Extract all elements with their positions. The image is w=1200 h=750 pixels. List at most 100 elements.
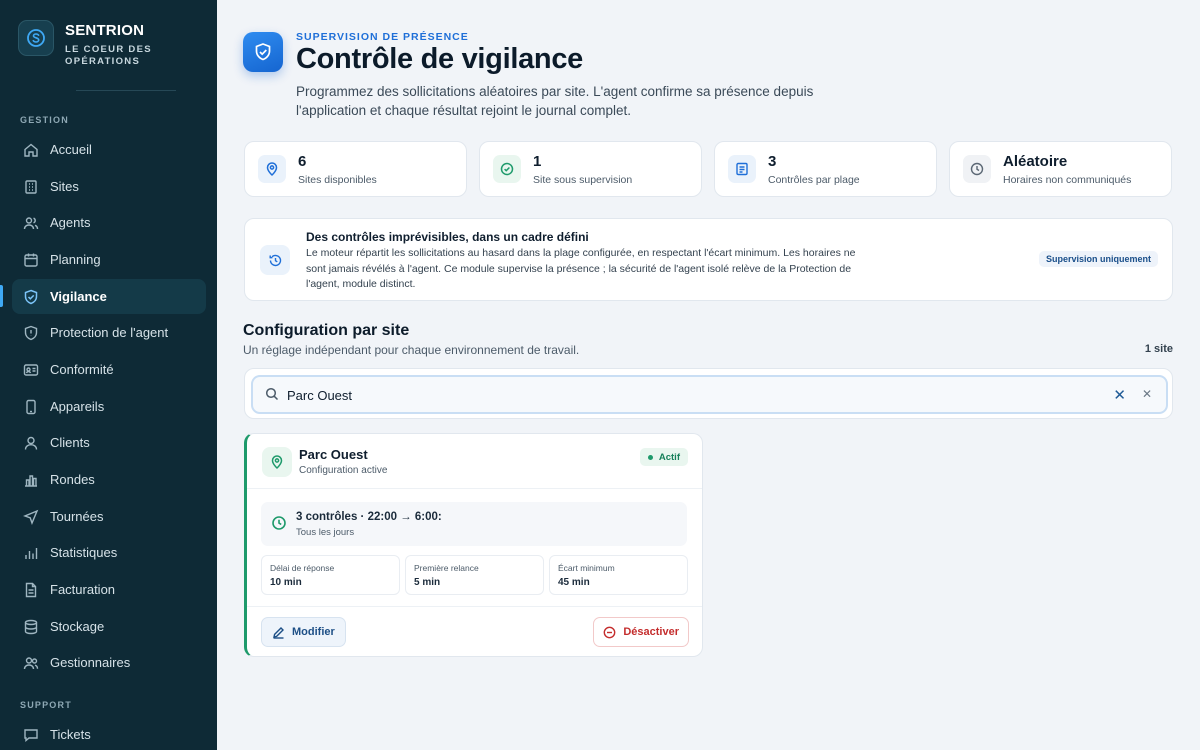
sidebar-item-rondes[interactable]: Rondes: [12, 462, 206, 497]
sidebar-item-label: Statistiques: [50, 545, 118, 560]
users-icon: [22, 214, 40, 232]
sidebar-item-protection[interactable]: Protection de l'agent: [12, 315, 206, 350]
stat-value: Aléatoire: [1003, 152, 1068, 170]
info-card: Des contrôles imprévisibles, dans un cad…: [244, 218, 1173, 301]
sidebar-item-label: Vigilance: [50, 289, 107, 304]
brand-name: SENTRION: [65, 22, 145, 39]
id-card-icon: [22, 361, 40, 379]
brand-tagline-line2: OPÉRATIONS: [65, 56, 141, 67]
stat-label: Contrôles par plage: [768, 173, 860, 186]
stats-icon: [22, 544, 40, 562]
stat-card-supervised: 1 Site sous supervision: [479, 141, 702, 197]
param-label: Écart minimum: [558, 563, 615, 573]
shield-icon: [22, 324, 40, 342]
sidebar-item-tournees[interactable]: Tournées: [12, 499, 206, 534]
card-divider: [247, 606, 702, 607]
sidebar-item-planning[interactable]: Planning: [12, 242, 206, 277]
param-value: 45 min: [558, 577, 590, 588]
clear-search-icon[interactable]: ✕: [1113, 386, 1126, 404]
map-pin-icon: [258, 155, 286, 183]
sidebar-item-sites[interactable]: Sites: [12, 169, 206, 204]
modify-button-label: Modifier: [292, 626, 335, 638]
brand-logo-icon: [18, 20, 54, 56]
sidebar-item-label: Rondes: [50, 472, 95, 487]
param-label: Délai de réponse: [270, 563, 335, 573]
calendar-icon: [22, 251, 40, 269]
clock-icon: [271, 515, 287, 536]
param-value: 5 min: [414, 577, 441, 588]
disable-button[interactable]: Désactiver: [593, 617, 689, 647]
param-label: Première relance: [414, 563, 479, 573]
sidebar-item-label: Gestionnaires: [50, 655, 131, 670]
supervision-badge: Supervision uniquement: [1038, 251, 1158, 267]
search-icon: [265, 387, 279, 406]
search-panel: ✕ ✕: [244, 368, 1173, 419]
sidebar-item-conformite[interactable]: Conformité: [12, 352, 206, 387]
sidebar-item-appareils[interactable]: Appareils: [12, 389, 206, 424]
disable-button-label: Désactiver: [623, 626, 679, 638]
main-content: SUPERVISION DE PRÉSENCE Contrôle de vigi…: [217, 0, 1200, 750]
database-icon: [22, 618, 40, 636]
shield-check-icon: [22, 288, 40, 306]
navigation-icon: [22, 508, 40, 526]
list-icon: [728, 155, 756, 183]
sidebar-item-label: Tournées: [50, 509, 104, 524]
schedule-title: 3 contrôles · 22:00 → 6:00:: [296, 511, 442, 523]
search-box[interactable]: ✕ ✕: [251, 375, 1168, 414]
message-icon: [22, 726, 40, 744]
shield-check-icon: [243, 32, 283, 72]
brand: SENTRION LE COEUR DES OPÉRATIONS: [0, 0, 217, 90]
param-response-delay: Délai de réponse 10 min: [261, 555, 400, 595]
brand-tagline: LE COEUR DES OPÉRATIONS: [65, 44, 152, 68]
building-icon: [22, 178, 40, 196]
site-status: Configuration active: [299, 465, 388, 476]
active-indicator: [0, 285, 3, 307]
param-value: 10 min: [270, 577, 302, 588]
sidebar-item-label: Agents: [50, 215, 91, 230]
search-input[interactable]: [287, 385, 1067, 405]
page-title: Contrôle de vigilance: [296, 43, 583, 75]
stat-label: Site sous supervision: [533, 173, 633, 186]
bar-chart-icon: [22, 471, 40, 489]
sidebar-item-vigilance[interactable]: Vigilance: [12, 279, 206, 314]
info-text: Le moteur répartit les sollicitations au…: [306, 247, 856, 290]
history-icon: [260, 245, 290, 275]
section-label-gestion: GESTION: [20, 115, 69, 125]
phone-icon: [22, 398, 40, 416]
sidebar-item-gestionnaires[interactable]: Gestionnaires: [12, 645, 206, 680]
section-subtitle: Un réglage indépendant pour chaque envir…: [243, 343, 580, 357]
sidebar-item-tickets[interactable]: Tickets: [12, 717, 206, 750]
stat-card-schedule: Aléatoire Horaires non communiqués: [949, 141, 1172, 197]
user-icon: [22, 434, 40, 452]
sidebar-item-label: Conformité: [50, 362, 114, 377]
section-title: Configuration par site: [243, 322, 410, 339]
sidebar-item-label: Tickets: [50, 727, 91, 742]
site-count: 1 site: [1144, 343, 1173, 355]
modify-button[interactable]: Modifier: [261, 617, 346, 647]
status-badge: Actif: [639, 448, 688, 466]
page-eyebrow: SUPERVISION DE PRÉSENCE: [296, 31, 469, 43]
status-badge-label: Actif: [658, 451, 680, 463]
stat-card-sites: 6 Sites disponibles: [244, 141, 467, 197]
info-title: Des contrôles imprévisibles, dans un cad…: [306, 230, 589, 244]
page-description: Programmez des sollicitations aléatoires…: [296, 84, 814, 118]
sidebar-item-facturation[interactable]: Facturation: [12, 572, 206, 607]
close-icon[interactable]: ✕: [1142, 387, 1152, 401]
param-min-gap: Écart minimum 45 min: [549, 555, 688, 595]
brand-divider: [76, 90, 176, 91]
invoice-icon: [22, 581, 40, 599]
sidebar-item-accueil[interactable]: Accueil: [12, 132, 206, 167]
sidebar-item-clients[interactable]: Clients: [12, 425, 206, 460]
stat-label: Horaires non communiqués: [1003, 173, 1132, 186]
sidebar-item-stockage[interactable]: Stockage: [12, 609, 206, 644]
minus-circle-icon: [603, 626, 616, 639]
sidebar-item-statistiques[interactable]: Statistiques: [12, 535, 206, 570]
sidebar: SENTRION LE COEUR DES OPÉRATIONS GESTION…: [0, 0, 217, 750]
sidebar-item-label: Protection de l'agent: [50, 325, 169, 340]
sidebar-item-agents[interactable]: Agents: [12, 205, 206, 240]
sidebar-item-label: Accueil: [50, 142, 92, 157]
schedule-days: Tous les jours: [296, 527, 355, 538]
clock-icon: [963, 155, 991, 183]
sidebar-item-label: Sites: [50, 179, 79, 194]
status-dot: [647, 454, 653, 460]
